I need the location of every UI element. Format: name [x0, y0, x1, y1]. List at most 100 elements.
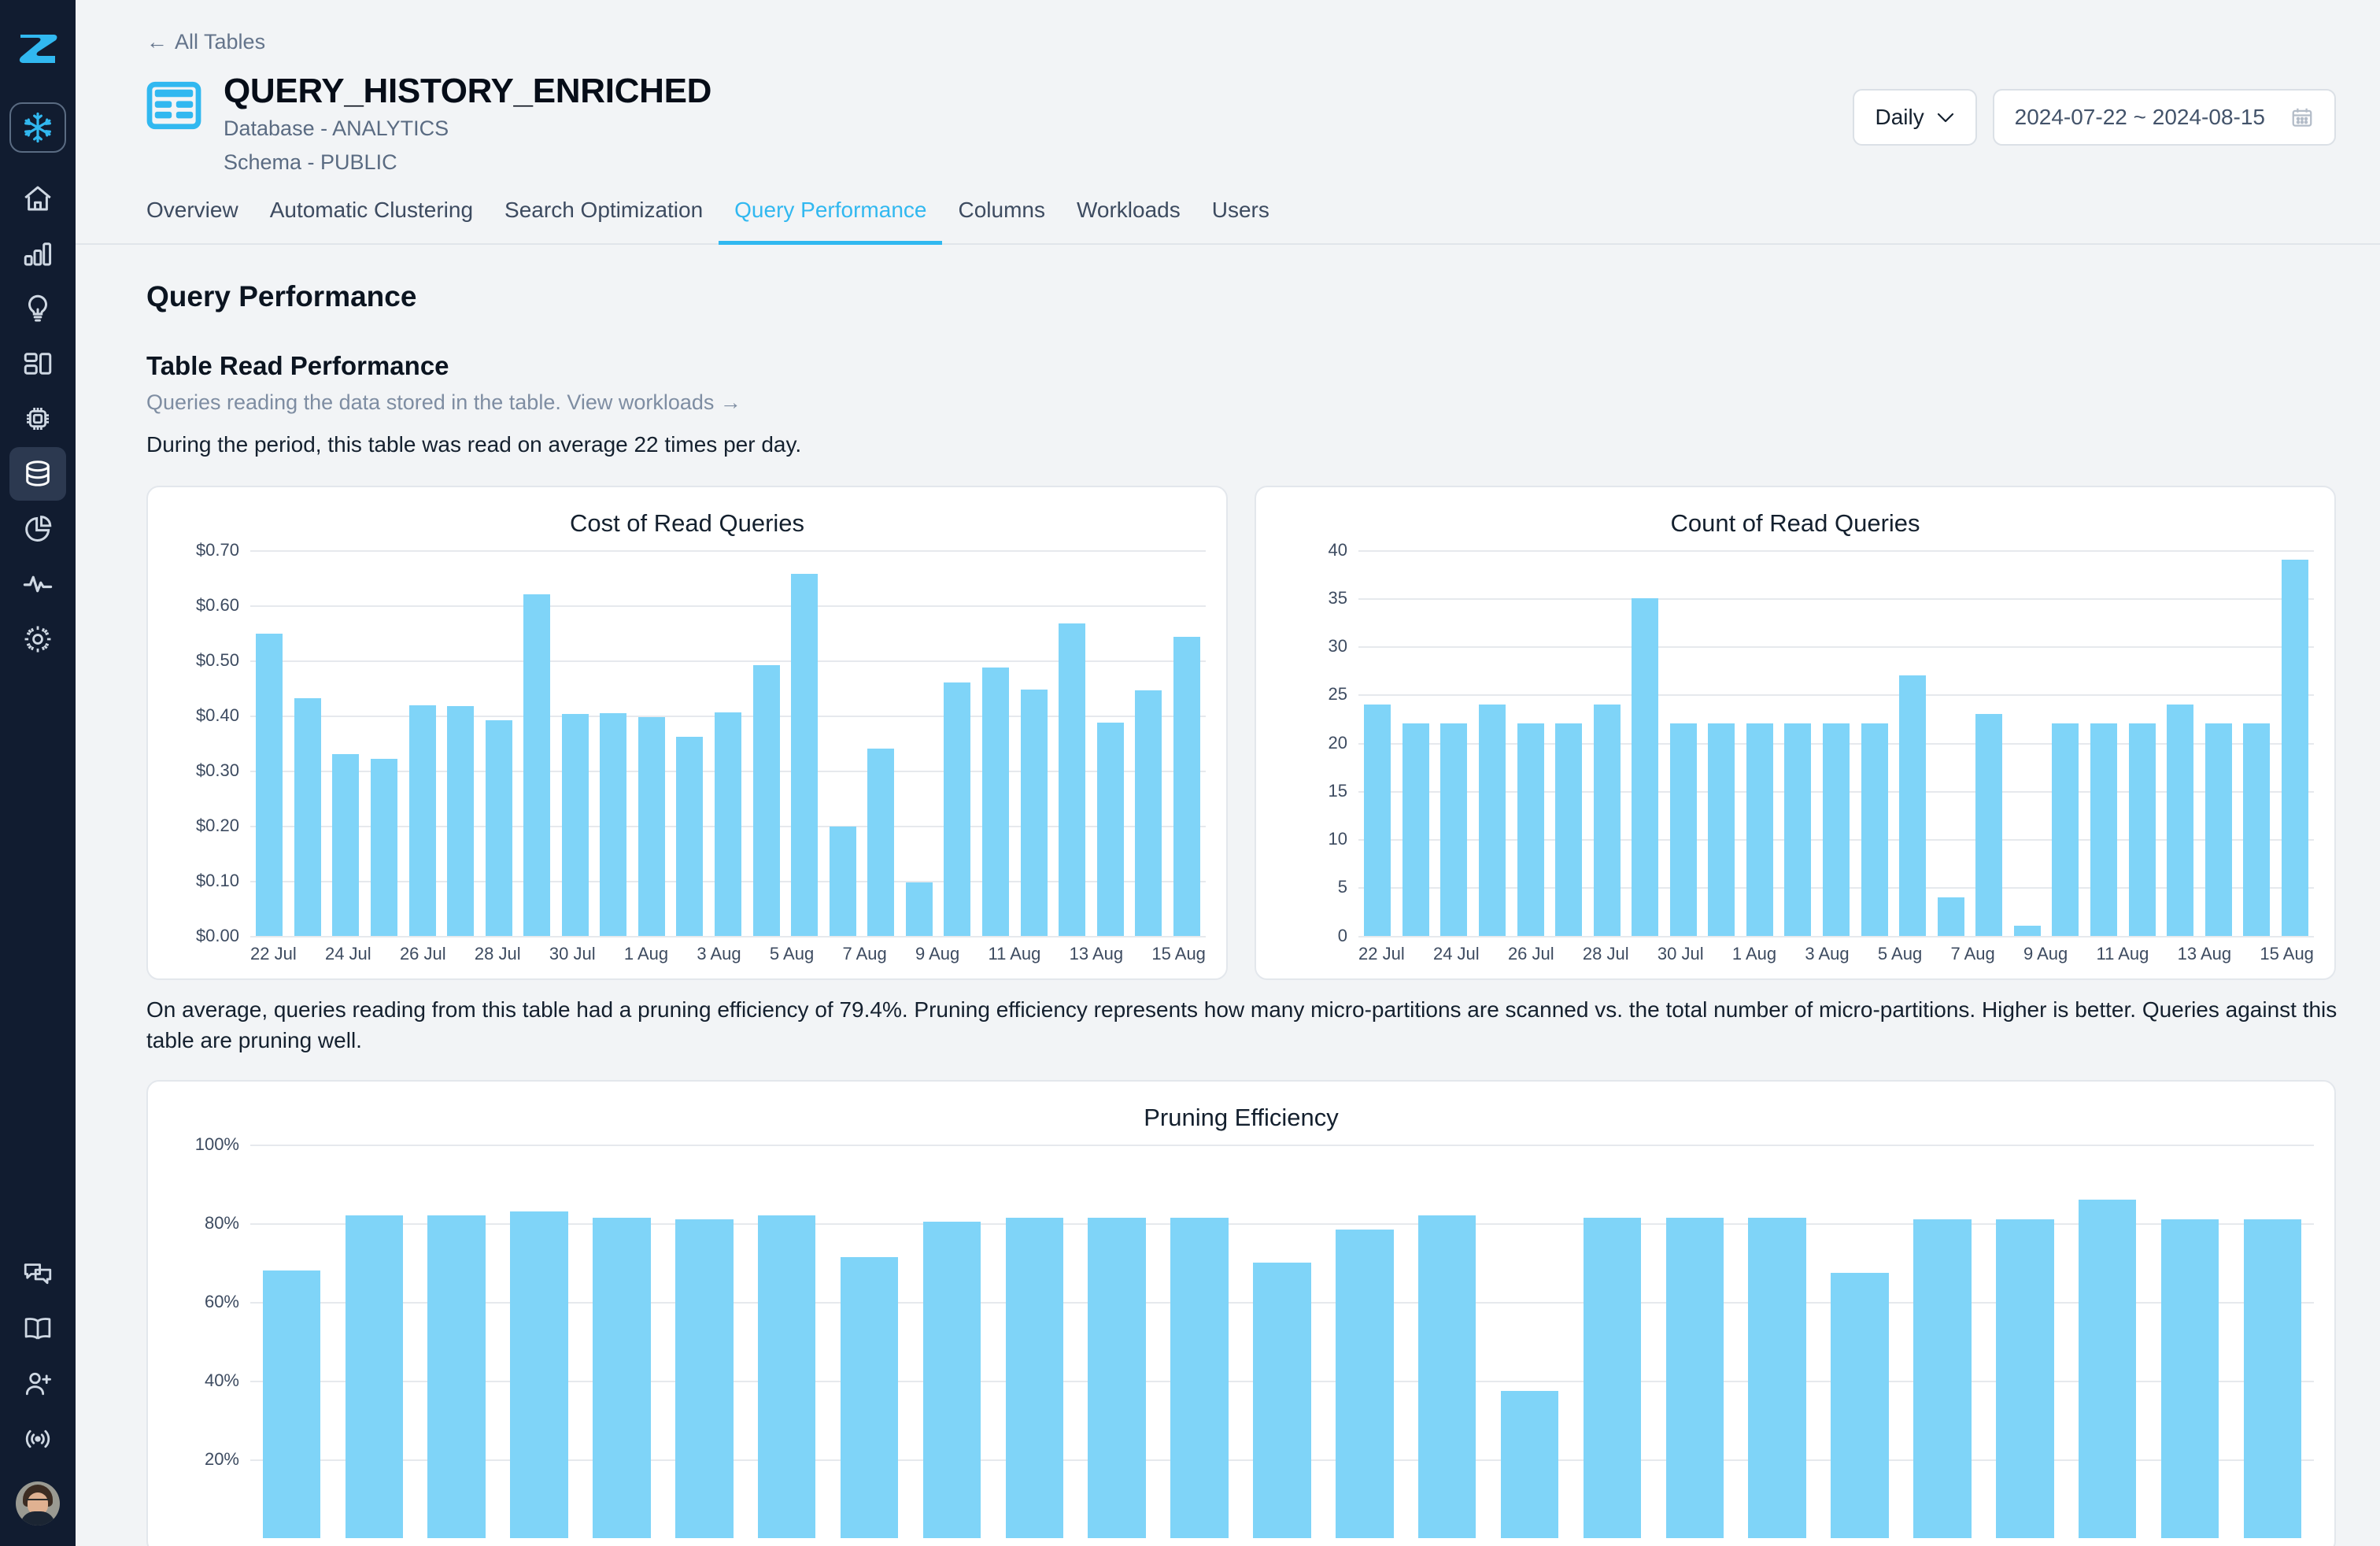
view-workloads-link[interactable]: Queries reading the data stored in the t…	[146, 390, 2380, 415]
bar[interactable]	[345, 1215, 404, 1539]
tab-overview[interactable]: Overview	[146, 198, 254, 243]
bar-cell[interactable]	[518, 550, 556, 936]
date-range-picker[interactable]: 2024-07-22 ~ 2024-08-15	[1992, 89, 2336, 146]
bar-cell[interactable]	[556, 550, 595, 936]
sidebar-item-monitoring[interactable]	[9, 557, 66, 611]
sidebar-item-databases[interactable]	[9, 447, 66, 501]
bar[interactable]	[370, 758, 397, 936]
tab-workloads[interactable]: Workloads	[1061, 198, 1196, 243]
bar[interactable]	[1996, 1219, 2054, 1539]
tab-automatic-clustering[interactable]: Automatic Clustering	[254, 198, 489, 243]
chart-count-of-read-queries[interactable]: 40 35 30 25 20 15 10 5 0 22 Jul 24 Jul 26 Jul 28 Jul…	[1277, 540, 2314, 964]
bar-cell[interactable]	[1665, 550, 1703, 936]
sidebar-item-settings[interactable]	[9, 612, 66, 666]
bar-cell[interactable]	[633, 550, 671, 936]
bar[interactable]	[2243, 1219, 2302, 1539]
bar-cell[interactable]	[911, 1145, 993, 1539]
sidebar-item-dashboards[interactable]	[9, 337, 66, 390]
bar[interactable]	[447, 706, 475, 936]
bar[interactable]	[922, 1221, 981, 1539]
bar-cell[interactable]	[745, 1145, 828, 1539]
bar-cell[interactable]	[747, 550, 785, 936]
bar-cell[interactable]	[1435, 550, 1473, 936]
bar[interactable]	[1170, 1217, 1229, 1539]
bar-cell[interactable]	[1159, 1145, 1241, 1539]
bar[interactable]	[1632, 597, 1659, 936]
bar-cell[interactable]	[1741, 550, 1779, 936]
bar-cell[interactable]	[1819, 1145, 1901, 1539]
user-avatar[interactable]	[16, 1481, 60, 1526]
bar[interactable]	[2128, 723, 2156, 936]
bar-cell[interactable]	[1014, 550, 1053, 936]
bar-cell[interactable]	[1488, 1145, 1571, 1539]
bar-cell[interactable]	[1358, 550, 1397, 936]
bar-cell[interactable]	[1241, 1145, 1324, 1539]
bar-cell[interactable]	[1736, 1145, 1819, 1539]
bar[interactable]	[840, 1256, 899, 1539]
sidebar-item-cost[interactable]	[9, 502, 66, 556]
bar[interactable]	[675, 1219, 734, 1539]
bar[interactable]	[638, 717, 665, 936]
chart-cost-of-read-queries[interactable]: $0.70 $0.60 $0.50 $0.40 $0.30 $0.20 $0.10 $0.00…	[168, 540, 1206, 964]
bar[interactable]	[676, 736, 704, 936]
bar-cell[interactable]	[479, 550, 518, 936]
bar[interactable]	[408, 705, 436, 936]
granularity-select[interactable]: Daily	[1852, 89, 1977, 146]
bar[interactable]	[1020, 689, 1048, 936]
bar-cell[interactable]	[2231, 1145, 2314, 1539]
bar-cell[interactable]	[2123, 550, 2161, 936]
bar[interactable]	[1135, 690, 1162, 936]
bar[interactable]	[944, 682, 971, 936]
bar-cell[interactable]	[900, 550, 939, 936]
bar[interactable]	[1253, 1263, 1311, 1539]
sidebar-item-invite[interactable]	[9, 1357, 66, 1411]
bar[interactable]	[1784, 723, 1812, 936]
bar-cell[interactable]	[1129, 550, 1168, 936]
bar-cell[interactable]	[1894, 550, 1932, 936]
bar-cell[interactable]	[1053, 550, 1092, 936]
bar-cell[interactable]	[1970, 550, 2009, 936]
bar[interactable]	[1500, 1390, 1559, 1539]
sidebar-item-snowflake[interactable]	[9, 102, 66, 153]
bar[interactable]	[1173, 636, 1200, 936]
bar-cell[interactable]	[993, 1145, 1076, 1539]
bar-cell[interactable]	[1817, 550, 1856, 936]
bar[interactable]	[2090, 723, 2117, 936]
bar[interactable]	[1861, 723, 1888, 936]
bar-cell[interactable]	[2238, 550, 2276, 936]
bar[interactable]	[981, 668, 1009, 936]
bar[interactable]	[1593, 704, 1621, 936]
bar-cell[interactable]	[1511, 550, 1550, 936]
bar-cell[interactable]	[1406, 1145, 1488, 1539]
bar[interactable]	[600, 712, 627, 936]
bar[interactable]	[561, 713, 589, 936]
bar-cell[interactable]	[1076, 1145, 1159, 1539]
bar-cell[interactable]	[2149, 1145, 2231, 1539]
bar-cell[interactable]	[365, 550, 404, 936]
bar-cell[interactable]	[938, 550, 977, 936]
bar-cell[interactable]	[1901, 1145, 1984, 1539]
bar[interactable]	[1975, 713, 2003, 936]
sidebar-item-reports[interactable]	[9, 227, 66, 280]
chart-pruning-efficiency[interactable]: 100% 80% 60% 40% 20%	[168, 1134, 2314, 1539]
bar[interactable]	[2243, 723, 2271, 936]
bar-cell[interactable]	[250, 1145, 333, 1539]
bar[interactable]	[332, 754, 360, 936]
bar[interactable]	[1746, 723, 1773, 936]
bar[interactable]	[1088, 1217, 1146, 1539]
bar-cell[interactable]	[785, 550, 824, 936]
bar[interactable]	[1823, 723, 1850, 936]
bar-cell[interactable]	[1931, 550, 1970, 936]
bar[interactable]	[2052, 723, 2079, 936]
bar-cell[interactable]	[1550, 550, 1588, 936]
bar[interactable]	[2204, 723, 2232, 936]
bar[interactable]	[752, 664, 780, 936]
bar-cell[interactable]	[498, 1145, 581, 1539]
bar[interactable]	[1669, 723, 1697, 936]
tab-search-optimization[interactable]: Search Optimization	[489, 198, 719, 243]
tab-users[interactable]: Users	[1196, 198, 1285, 243]
bar-cell[interactable]	[416, 1145, 498, 1539]
bar-cell[interactable]	[250, 550, 289, 936]
bar-cell[interactable]	[2199, 550, 2238, 936]
bar-cell[interactable]	[594, 550, 633, 936]
